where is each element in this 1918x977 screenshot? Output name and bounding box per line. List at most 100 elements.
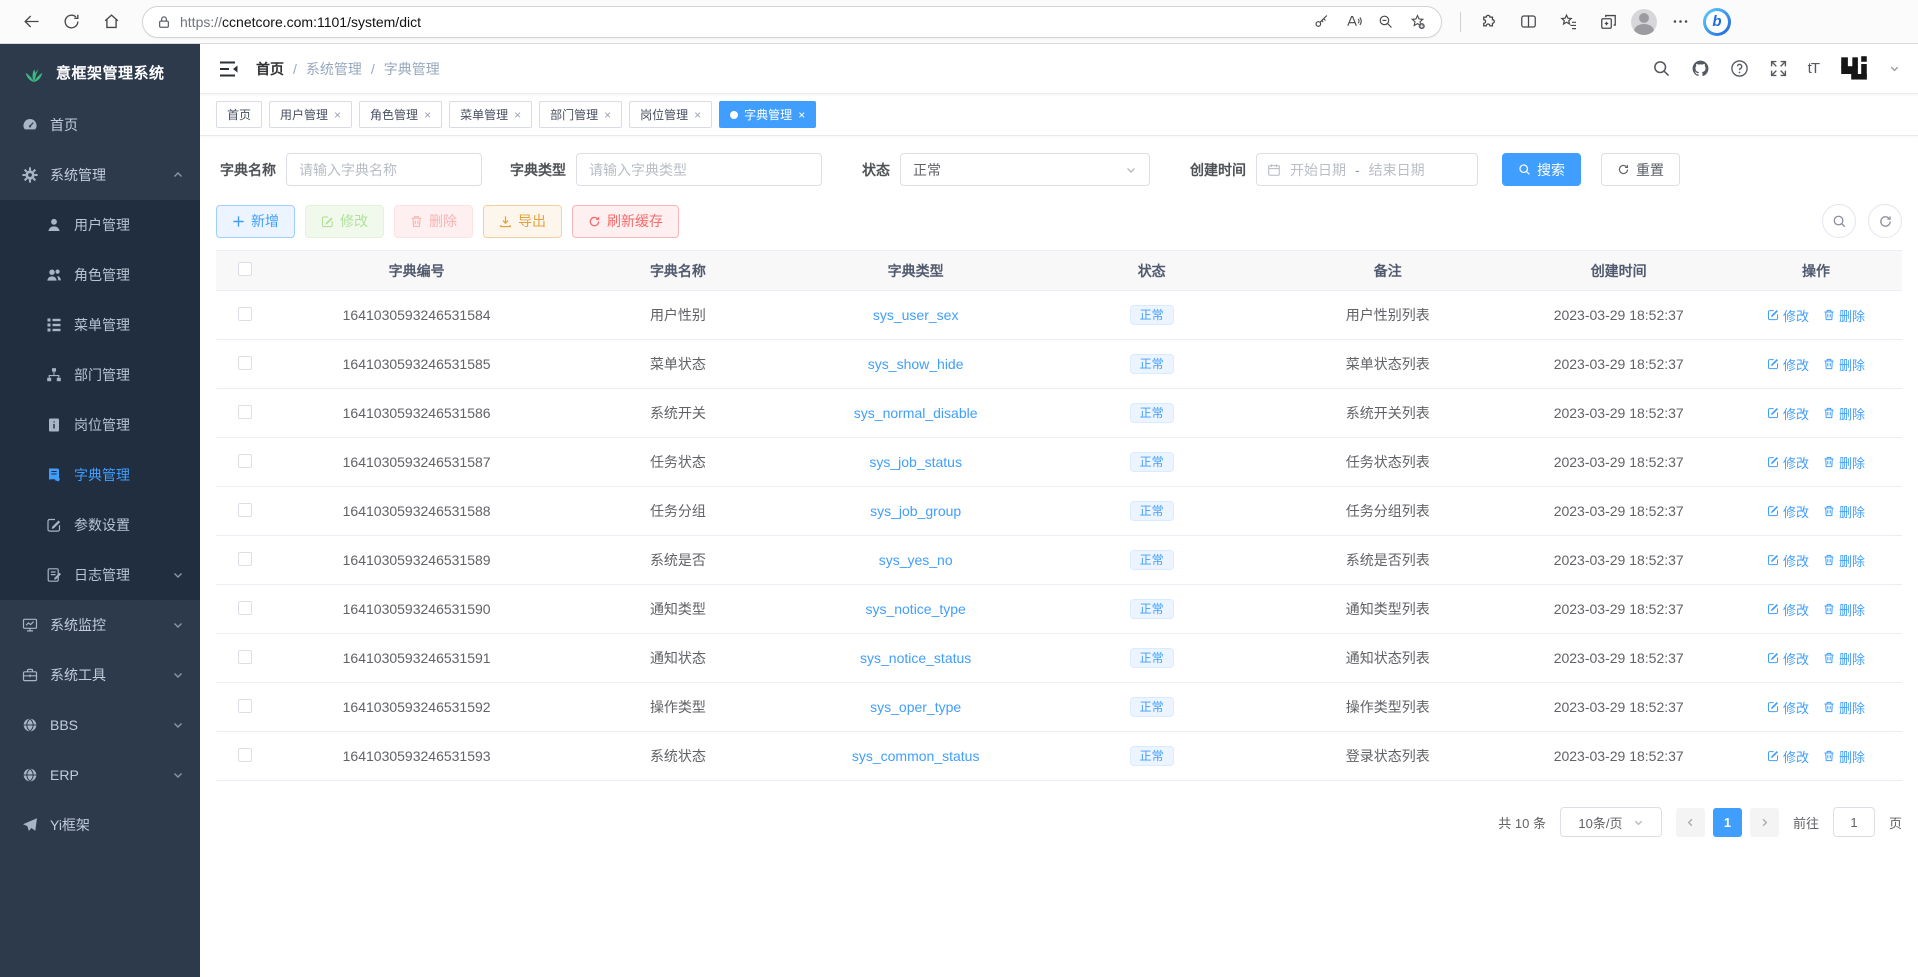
delete-row-button[interactable]: 删除	[1823, 355, 1865, 374]
sidebar-item-param-settings[interactable]: 参数设置	[0, 500, 200, 550]
extensions-icon[interactable]	[1471, 5, 1505, 39]
fullscreen-icon[interactable]	[1769, 59, 1788, 78]
row-checkbox[interactable]	[238, 356, 252, 370]
chevron-down-icon[interactable]	[1889, 63, 1900, 74]
dict-type-link[interactable]: sys_yes_no	[879, 552, 953, 568]
search-toggle-icon[interactable]	[1822, 204, 1856, 238]
sidebar-item-user-mgmt[interactable]: 用户管理	[0, 200, 200, 250]
sidebar-item-dict-mgmt[interactable]: 字典管理	[0, 450, 200, 500]
add-button[interactable]: 新增	[216, 205, 295, 238]
tab-menu-mgmt[interactable]: 菜单管理×	[449, 101, 532, 128]
status-select[interactable]: 正常	[900, 153, 1150, 186]
dict-type-link[interactable]: sys_notice_type	[865, 601, 965, 617]
sidebar-item-log-mgmt[interactable]: 日志管理	[0, 550, 200, 600]
dict-type-link[interactable]: sys_user_sex	[873, 307, 959, 323]
sidebar-item-system[interactable]: 系统管理	[0, 150, 200, 200]
user-logo-avatar[interactable]	[1839, 54, 1869, 84]
home-icon[interactable]	[94, 5, 128, 39]
zoom-out-icon[interactable]	[1371, 8, 1399, 36]
row-checkbox[interactable]	[238, 601, 252, 615]
sidebar-item-post-mgmt[interactable]: 岗位管理	[0, 400, 200, 450]
refresh-cache-button[interactable]: 刷新缓存	[572, 205, 679, 238]
search-button[interactable]: 搜索	[1502, 153, 1581, 186]
sidebar-item-monitor[interactable]: 系统监控	[0, 600, 200, 650]
more-menu-icon[interactable]	[1663, 5, 1697, 39]
breadcrumb-home[interactable]: 首页	[256, 59, 284, 79]
dict-type-link[interactable]: sys_normal_disable	[854, 405, 978, 421]
close-icon[interactable]: ×	[514, 108, 521, 122]
dict-type-link[interactable]: sys_show_hide	[868, 356, 964, 372]
row-checkbox[interactable]	[238, 748, 252, 762]
row-checkbox[interactable]	[238, 650, 252, 664]
read-aloud-icon[interactable]	[1339, 8, 1367, 36]
dict-type-link[interactable]: sys_job_group	[870, 503, 961, 519]
dict-name-input[interactable]	[286, 153, 482, 186]
prev-page-button[interactable]	[1676, 808, 1705, 837]
edit-button[interactable]: 修改	[305, 205, 384, 238]
edit-row-button[interactable]: 修改	[1767, 502, 1809, 521]
delete-row-button[interactable]: 删除	[1823, 404, 1865, 423]
sidebar-item-menu-mgmt[interactable]: 菜单管理	[0, 300, 200, 350]
sidebar-item-bbs[interactable]: BBS	[0, 700, 200, 750]
close-icon[interactable]: ×	[694, 108, 701, 122]
row-checkbox[interactable]	[238, 552, 252, 566]
tab-post-mgmt[interactable]: 岗位管理×	[629, 101, 712, 128]
password-key-icon[interactable]	[1307, 8, 1335, 36]
row-checkbox[interactable]	[238, 307, 252, 321]
row-checkbox[interactable]	[238, 503, 252, 517]
add-favorite-icon[interactable]	[1403, 8, 1431, 36]
tab-role-mgmt[interactable]: 角色管理×	[359, 101, 442, 128]
back-icon[interactable]	[14, 5, 48, 39]
date-range-picker[interactable]: 开始日期 - 结束日期	[1256, 153, 1478, 186]
next-page-button[interactable]	[1750, 808, 1779, 837]
dict-type-link[interactable]: sys_common_status	[852, 748, 980, 764]
bing-chat-icon[interactable]: b	[1703, 8, 1731, 36]
page-number-button[interactable]: 1	[1713, 808, 1742, 837]
sidebar-item-erp[interactable]: ERP	[0, 750, 200, 800]
dict-type-input[interactable]	[576, 153, 822, 186]
refresh-icon[interactable]	[54, 5, 88, 39]
edit-row-button[interactable]: 修改	[1767, 649, 1809, 668]
select-all-checkbox[interactable]	[238, 262, 252, 276]
sidebar-collapse-icon[interactable]	[218, 58, 240, 80]
edit-row-button[interactable]: 修改	[1767, 453, 1809, 472]
tab-home[interactable]: 首页	[216, 101, 262, 128]
dict-type-link[interactable]: sys_job_status	[869, 454, 962, 470]
sidebar-item-home[interactable]: 首页	[0, 100, 200, 150]
font-size-icon[interactable]: tT	[1808, 60, 1819, 77]
profile-avatar[interactable]	[1631, 9, 1657, 35]
edit-row-button[interactable]: 修改	[1767, 306, 1809, 325]
address-bar[interactable]: https://ccnetcore.com:1101/system/dict	[142, 6, 1442, 38]
github-icon[interactable]	[1691, 59, 1710, 78]
delete-row-button[interactable]: 删除	[1823, 600, 1865, 619]
goto-page-input[interactable]	[1833, 807, 1875, 837]
edit-row-button[interactable]: 修改	[1767, 600, 1809, 619]
delete-row-button[interactable]: 删除	[1823, 649, 1865, 668]
row-checkbox[interactable]	[238, 699, 252, 713]
split-screen-icon[interactable]	[1511, 5, 1545, 39]
edit-row-button[interactable]: 修改	[1767, 698, 1809, 717]
delete-row-button[interactable]: 删除	[1823, 747, 1865, 766]
sidebar-item-dept-mgmt[interactable]: 部门管理	[0, 350, 200, 400]
delete-row-button[interactable]: 删除	[1823, 306, 1865, 325]
sidebar-item-role-mgmt[interactable]: 角色管理	[0, 250, 200, 300]
reset-button[interactable]: 重置	[1601, 153, 1680, 186]
close-icon[interactable]: ×	[604, 108, 611, 122]
dict-type-link[interactable]: sys_notice_status	[860, 650, 971, 666]
close-icon[interactable]: ×	[798, 108, 805, 122]
favorites-icon[interactable]	[1551, 5, 1585, 39]
sidebar-item-yi-framework[interactable]: Yi框架	[0, 800, 200, 850]
search-icon[interactable]	[1652, 59, 1671, 78]
help-icon[interactable]	[1730, 59, 1749, 78]
row-checkbox[interactable]	[238, 454, 252, 468]
edit-row-button[interactable]: 修改	[1767, 551, 1809, 570]
delete-row-button[interactable]: 删除	[1823, 453, 1865, 472]
tab-dict-mgmt[interactable]: 字典管理×	[719, 101, 816, 128]
close-icon[interactable]: ×	[424, 108, 431, 122]
tab-dept-mgmt[interactable]: 部门管理×	[539, 101, 622, 128]
delete-row-button[interactable]: 删除	[1823, 502, 1865, 521]
delete-row-button[interactable]: 删除	[1823, 698, 1865, 717]
edit-row-button[interactable]: 修改	[1767, 747, 1809, 766]
collections-icon[interactable]	[1591, 5, 1625, 39]
dict-type-link[interactable]: sys_oper_type	[870, 699, 961, 715]
